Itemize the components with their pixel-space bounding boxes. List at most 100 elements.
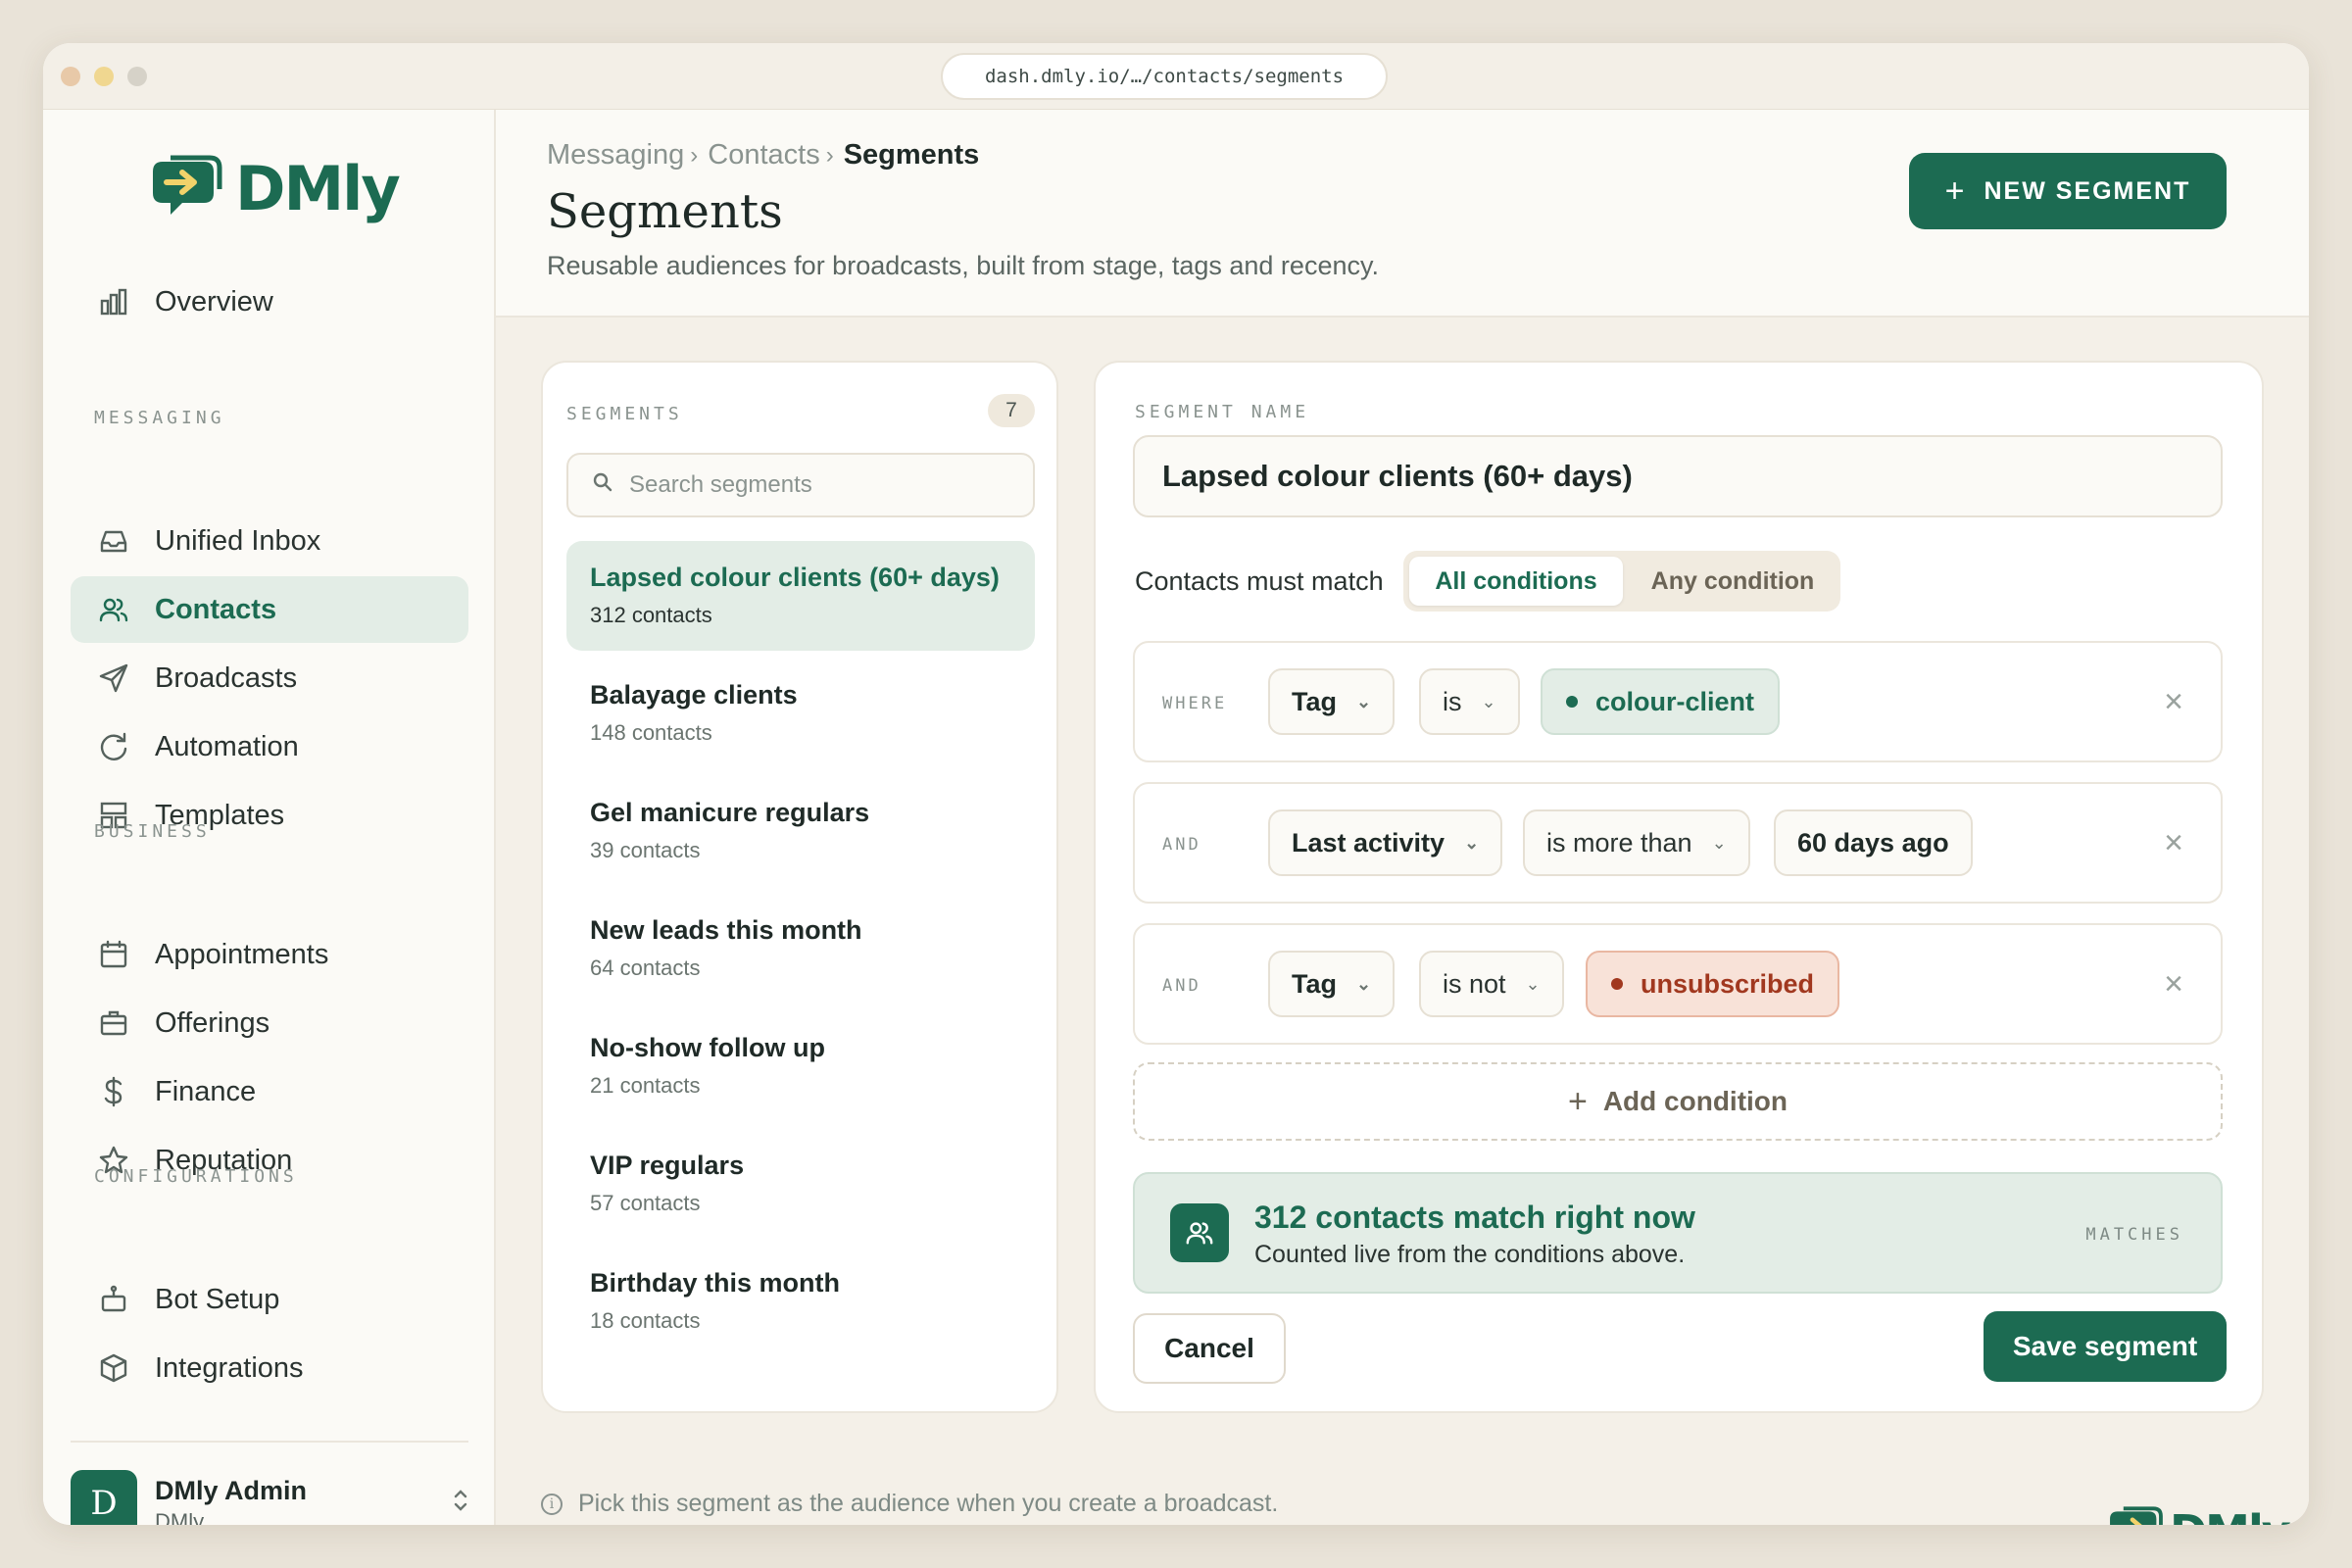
sidebar-item-finance[interactable]: Finance — [71, 1058, 468, 1125]
condition-value-input[interactable]: 60 days ago — [1774, 809, 1973, 876]
segment-count: 39 contacts — [590, 838, 701, 862]
sidebar-item-broadcasts[interactable]: Broadcasts — [71, 645, 468, 711]
breadcrumb-segments: Segments — [843, 139, 980, 171]
new-segment-button[interactable]: + NEW SEGMENT — [1909, 153, 2227, 229]
segment-name: Birthday this month — [590, 1268, 840, 1298]
segment-list-item[interactable]: Balayage clients 148 contacts — [566, 659, 1035, 768]
bot-icon — [94, 1280, 133, 1319]
search-input[interactable]: Search segments — [566, 453, 1035, 517]
sidebar-item-label: Bot Setup — [155, 1283, 280, 1315]
search-placeholder: Search segments — [629, 471, 812, 498]
chevron-up-down-icon[interactable] — [453, 1488, 468, 1519]
sidebar-item-label: Finance — [155, 1075, 257, 1107]
inbox-icon — [94, 521, 133, 561]
segment-list-item[interactable]: VIP regulars 57 contacts — [566, 1129, 1035, 1239]
section-label-configurations: CONFIGURATIONS — [94, 1166, 298, 1187]
page-title: Segments — [547, 184, 783, 239]
chevron-down-icon: ⌄ — [1356, 973, 1372, 994]
segment-name: Gel manicure regulars — [590, 798, 870, 827]
all-conditions-option[interactable]: All conditions — [1409, 557, 1623, 606]
matches-summary: 312 contacts match right now Counted liv… — [1133, 1172, 2223, 1294]
condition-operator-select[interactable]: is more than ⌄ — [1523, 809, 1750, 876]
refresh-icon — [94, 727, 133, 766]
condition-field-select[interactable]: Tag ⌄ — [1268, 951, 1396, 1017]
segment-name: Lapsed colour clients (60+ days) — [590, 563, 1000, 592]
add-condition-button[interactable]: + Add condition — [1133, 1062, 2223, 1141]
info-icon: i — [541, 1493, 563, 1515]
segment-list-item[interactable]: New leads this month 64 contacts — [566, 894, 1035, 1004]
segments-count-badge: 7 — [988, 394, 1035, 427]
sidebar-item-bot-setup[interactable]: Bot Setup — [71, 1266, 468, 1333]
match-mode-label: Contacts must match — [1135, 566, 1384, 596]
breadcrumb-contacts[interactable]: Contacts — [708, 139, 819, 172]
segment-name: New leads this month — [590, 915, 862, 945]
condition-operator-select[interactable]: is ⌄ — [1419, 668, 1520, 735]
condition-operator-value: is more than — [1546, 827, 1692, 858]
chevron-down-icon: ⌄ — [1525, 973, 1541, 994]
sidebar-item-label: Contacts — [155, 593, 277, 625]
close-dot[interactable] — [61, 67, 80, 86]
briefcase-icon — [94, 1004, 133, 1043]
sidebar: DMly Overview MESSAGING Unified Inbox Co… — [43, 110, 496, 1525]
avatar: D — [71, 1470, 137, 1525]
main-content: SEGMENTS 7 Search segments Lapsed colour… — [496, 318, 2309, 1525]
tag-dot-icon — [1566, 696, 1578, 708]
sidebar-item-label: Automation — [155, 730, 299, 762]
footer-logo: DMly — [2107, 1505, 2291, 1525]
condition-value: 60 days ago — [1797, 827, 1949, 858]
sidebar-item-offerings[interactable]: Offerings — [71, 990, 468, 1056]
condition-row: AND Tag ⌄ is not ⌄ unsubscribed × — [1133, 923, 2223, 1045]
segment-list-item[interactable]: Lapsed colour clients (60+ days) 312 con… — [566, 541, 1035, 651]
condition-value-tag[interactable]: unsubscribed — [1586, 951, 1840, 1017]
sidebar-item-unified-inbox[interactable]: Unified Inbox — [71, 508, 468, 574]
segment-count: 21 contacts — [590, 1073, 701, 1098]
condition-field-select[interactable]: Last activity ⌄ — [1268, 809, 1503, 876]
chat-arrow-logo-icon — [2110, 1506, 2163, 1525]
page-subtitle: Reusable audiences for broadcasts, built… — [547, 251, 1379, 280]
address-bar[interactable]: dash.dmly.io/…/contacts/segments — [941, 53, 1388, 100]
plus-icon: + — [1944, 172, 1967, 210]
sidebar-item-appointments[interactable]: Appointments — [71, 921, 468, 988]
match-mode-toggle: All conditions Any condition — [1403, 551, 1840, 612]
segment-editor: SEGMENT NAME Lapsed colour clients (60+ … — [1094, 361, 2264, 1413]
remove-condition-icon[interactable]: × — [2164, 823, 2183, 862]
save-segment-button[interactable]: Save segment — [1984, 1311, 2227, 1382]
segment-list-item[interactable]: Birthday this month 18 contacts — [566, 1247, 1035, 1356]
sidebar-item-integrations[interactable]: Integrations — [71, 1335, 468, 1401]
sidebar-item-label: Unified Inbox — [155, 524, 321, 557]
breadcrumb-messaging[interactable]: Messaging — [547, 139, 684, 172]
user-menu[interactable]: D DMly Admin DMly — [71, 1441, 468, 1525]
remove-condition-icon[interactable]: × — [2164, 682, 2183, 721]
sidebar-item-overview[interactable]: Overview — [71, 269, 468, 335]
chevron-right-icon: › — [690, 141, 699, 169]
segment-list-item[interactable]: No-show follow up 21 contacts — [566, 1011, 1035, 1121]
minimize-dot[interactable] — [94, 67, 114, 86]
condition-keyword: WHERE — [1162, 694, 1228, 713]
sidebar-item-contacts[interactable]: Contacts — [71, 576, 468, 643]
condition-operator-value: is — [1443, 686, 1462, 716]
segment-list-item[interactable]: Gel manicure regulars 39 contacts — [566, 776, 1035, 886]
condition-field-select[interactable]: Tag ⌄ — [1268, 668, 1396, 735]
user-name: DMly Admin — [155, 1476, 307, 1505]
brand-logo[interactable]: DMly — [149, 149, 401, 227]
cancel-button[interactable]: Cancel — [1133, 1313, 1286, 1384]
condition-operator-select[interactable]: is not ⌄ — [1419, 951, 1564, 1017]
search-icon — [592, 471, 613, 500]
maximize-dot[interactable] — [127, 67, 147, 86]
chevron-down-icon: ⌄ — [1464, 832, 1480, 853]
remove-condition-icon[interactable]: × — [2164, 964, 2183, 1004]
footer-hint-text: Pick this segment as the audience when y… — [578, 1490, 1279, 1517]
condition-value-tag[interactable]: colour-client — [1541, 668, 1781, 735]
chevron-down-icon: ⌄ — [1711, 832, 1727, 853]
new-segment-label: NEW SEGMENT — [1984, 176, 2191, 205]
user-org: DMly — [155, 1509, 205, 1525]
any-condition-option[interactable]: Any condition — [1631, 557, 1835, 606]
sidebar-item-automation[interactable]: Automation — [71, 713, 468, 780]
send-icon — [94, 659, 133, 698]
matches-tag: MATCHES — [2085, 1225, 2183, 1245]
condition-row: WHERE Tag ⌄ is ⌄ colour-client × — [1133, 641, 2223, 762]
segment-name-input[interactable]: Lapsed colour clients (60+ days) — [1133, 435, 2223, 517]
matches-subtitle: Counted live from the conditions above. — [1254, 1241, 1686, 1268]
contacts-icon — [94, 590, 133, 629]
bar-chart-icon — [94, 282, 133, 321]
